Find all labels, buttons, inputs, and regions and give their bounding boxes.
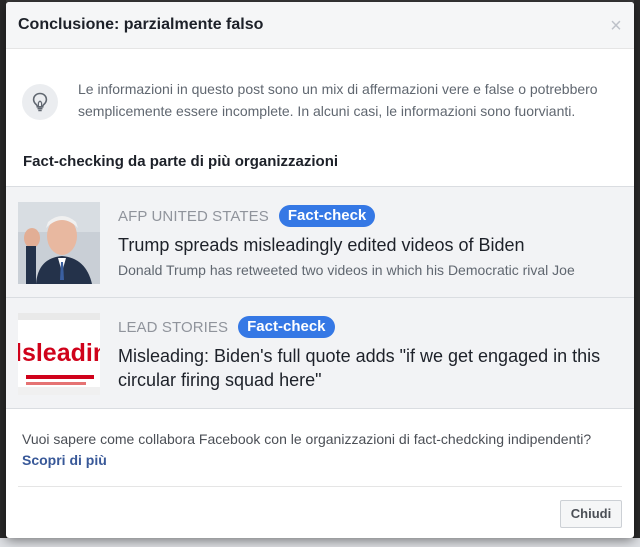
dialog-title: Conclusione: parzialmente falso: [18, 16, 264, 33]
fact-check-dialog: Conclusione: parzialmente falso × Le inf…: [6, 2, 634, 538]
fact-check-badge: Fact-check: [278, 205, 376, 227]
article-thumbnail: [18, 202, 100, 284]
article-headline[interactable]: Misleading: Biden's full quote adds "if …: [118, 344, 618, 392]
background-bottom: [0, 538, 640, 547]
article-snippet: Donald Trump has retweeted two videos in…: [118, 262, 575, 278]
footer-divider: [18, 486, 622, 487]
background-right: [634, 0, 640, 547]
fact-check-item-afp[interactable]: AFP UNITED STATES Fact-check Trump spread…: [6, 186, 634, 297]
info-text: Le informazioni in questo post sono un m…: [78, 81, 598, 119]
section-title: Fact-checking da parte di più organizzaz…: [23, 153, 339, 170]
article-headline[interactable]: Trump spreads misleadingly edited videos…: [118, 233, 618, 257]
fact-check-item-lead-stories[interactable]: lsleadin LEAD STORIES Fact-check Misleadi…: [6, 297, 634, 409]
footer-question: Vuoi sapere come collabora Facebook con …: [22, 431, 592, 447]
footer-text: Vuoi sapere come collabora Facebook con …: [22, 429, 612, 471]
thumbnail-text: lsleadin: [18, 339, 100, 367]
source-name: LEAD STORIES: [118, 318, 229, 336]
close-button[interactable]: Chiudi: [560, 500, 622, 528]
source-name: AFP UNITED STATES: [118, 207, 269, 225]
source-row: LEAD STORIES Fact-check: [118, 316, 335, 340]
close-icon[interactable]: ×: [606, 16, 626, 36]
article-thumbnail: lsleadin: [18, 313, 100, 395]
learn-more-link[interactable]: Scopri di più: [22, 452, 107, 468]
lightbulb-icon: [22, 84, 58, 120]
source-row: AFP UNITED STATES Fact-check: [118, 205, 376, 229]
dialog-header: Conclusione: parzialmente falso ×: [6, 2, 634, 49]
fact-check-badge: Fact-check: [238, 316, 335, 338]
